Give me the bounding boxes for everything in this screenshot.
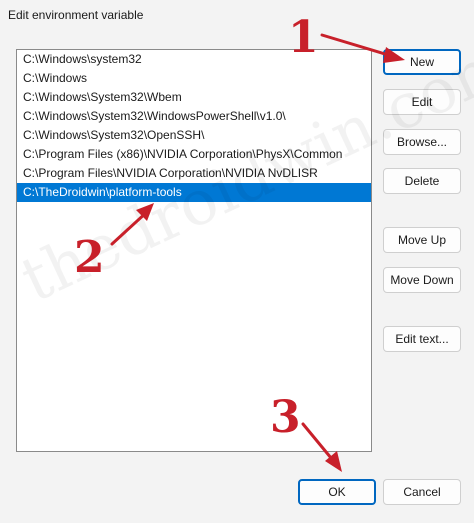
annotation-arrows: [110, 33, 405, 472]
annotation-number-1: 1: [288, 12, 319, 63]
arrow-1-head: [383, 47, 405, 63]
annotation-number-2: 2: [74, 232, 105, 283]
arrow-1-line: [320, 33, 397, 59]
annotation-number-3: 3: [270, 392, 301, 443]
edit-env-variable-dialog: Edit environment variable C:\Windows\sys…: [0, 0, 474, 523]
